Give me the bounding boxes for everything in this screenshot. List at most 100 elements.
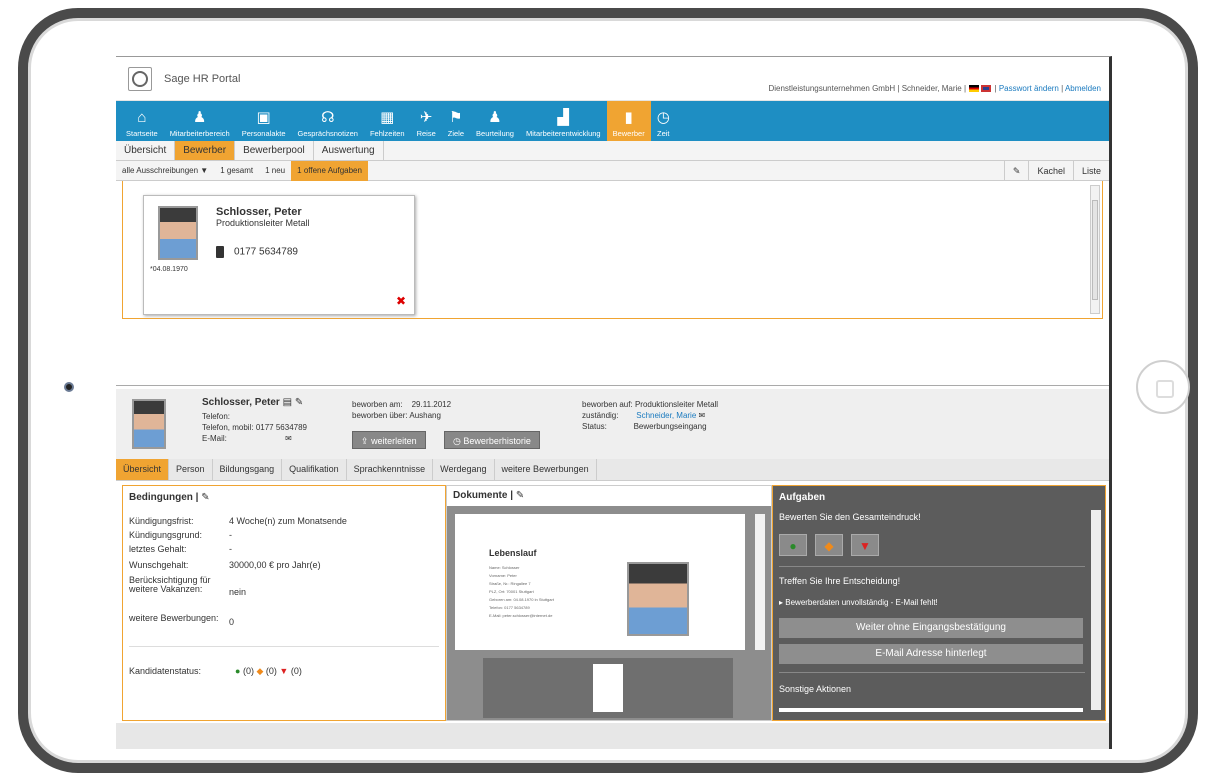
tasks-title: Aufgaben	[779, 492, 826, 503]
history-button[interactable]: ◷ Bewerberhistorie	[444, 431, 540, 449]
nav-beurteilung[interactable]: ♟ Beurteilung	[470, 101, 520, 141]
cv-preview[interactable]: Lebenslauf Name: Schlosser Vorname: Pete…	[455, 514, 745, 650]
logout-link[interactable]: Abmelden	[1065, 84, 1101, 93]
thumb-down-icon: ▼	[859, 539, 871, 553]
home-icon: ⌂	[137, 109, 147, 126]
nav-label: Bewerber	[612, 129, 645, 138]
documents-scrollbar[interactable]	[755, 514, 765, 650]
tasks-scrollbar[interactable]	[1091, 510, 1101, 710]
notice-row: Kündigungsfrist: 4 Woche(n) zum Monatsend…	[129, 516, 347, 526]
tab-qualifikation[interactable]: Qualifikation	[282, 459, 347, 480]
tab-detail-uebersicht[interactable]: Übersicht	[116, 459, 170, 480]
nav-personalakte[interactable]: ▣ Personalakte	[236, 101, 292, 141]
delete-icon[interactable]: ✖	[396, 294, 406, 308]
tablet-home-button[interactable]	[1136, 360, 1190, 414]
nav-mitarbeiterentwicklung[interactable]: ▟ Mitarbeiterentwicklung	[520, 101, 607, 141]
forward-button[interactable]: ⇪ weiterleiten	[352, 431, 426, 449]
tab-weitere-bewerbungen[interactable]: weitere Bewerbungen	[495, 459, 597, 480]
warning-text: Bewerberdaten unvollständig - E-Mail feh…	[785, 598, 938, 607]
cv-line: Vorname: Peter	[489, 573, 517, 578]
other-actions[interactable]: Sonstige Aktionen	[779, 684, 851, 694]
tablet-camera	[64, 382, 74, 392]
email-address-button[interactable]: E-Mail Adresse hinterlegt	[779, 644, 1083, 664]
mobile-phone-icon	[216, 246, 224, 258]
continue-without-confirmation-button[interactable]: Weiter ohne Eingangsbestätigung	[779, 618, 1083, 638]
email-envelope-icon[interactable]: ✉	[285, 434, 292, 443]
edit-pencil-icon[interactable]: ✎	[516, 490, 524, 501]
nav-bewerber[interactable]: ▮ Bewerber	[606, 101, 651, 141]
thumb-up-icon[interactable]: ●	[235, 666, 240, 676]
edit-icon[interactable]: ✎	[295, 397, 303, 408]
decide-prompt: Treffen Sie Ihre Entscheidung!	[779, 576, 901, 586]
globe-logo-icon	[128, 67, 152, 91]
footer-area	[116, 723, 1109, 749]
nav-gespraechsnotizen[interactable]: ☊ Gesprächsnotizen	[292, 101, 364, 141]
tab-bewerberpool[interactable]: Bewerberpool	[235, 141, 314, 160]
nav-mitarbeiterbereich[interactable]: ♟ Mitarbeiterbereich	[164, 101, 236, 141]
responsible-link[interactable]: Schneider, Marie	[636, 411, 696, 420]
document-thumbnail[interactable]	[593, 664, 623, 712]
thumb-down-icon[interactable]: ▼	[279, 666, 288, 676]
applied-for-label: beworben auf:	[582, 400, 633, 409]
nav-fehlzeiten[interactable]: ▦ Fehlzeiten	[364, 101, 411, 141]
applicant-phone: 0177 5634789	[216, 246, 298, 258]
nav-startseite[interactable]: ⌂ Startseite	[120, 101, 164, 141]
applied-for-value: Produktionsleiter Metall	[634, 400, 719, 409]
tab-bewerber[interactable]: Bewerber	[175, 141, 236, 160]
nav-reise[interactable]: ✈ Reise	[411, 101, 442, 141]
last-salary-value: -	[229, 544, 232, 554]
thumb-neutral-icon[interactable]: ◆	[256, 666, 263, 676]
applied-on-label: beworben am:	[352, 400, 403, 409]
list-view-button[interactable]: Liste	[1072, 161, 1109, 181]
german-flag-icon[interactable]	[969, 85, 980, 93]
open-tasks-count[interactable]: 1 offene Aufgaben	[291, 160, 368, 181]
candidate-status-label: Kandidatenstatus:	[129, 666, 202, 676]
list-scrollbar[interactable]	[1090, 185, 1100, 314]
documents-title-text: Dokumente	[453, 490, 508, 501]
pane-splitter[interactable]	[116, 385, 1109, 388]
total-count[interactable]: 1 gesamt	[214, 161, 259, 181]
tab-werdegang[interactable]: Werdegang	[433, 459, 495, 480]
tab-auswertung[interactable]: Auswertung	[314, 141, 384, 160]
new-count[interactable]: 1 neu	[259, 161, 291, 181]
change-password-link[interactable]: Passwort ändern	[999, 84, 1059, 93]
mobile-value: 0177 5634789	[255, 423, 307, 432]
cv-lines: Name: Schlosser Vorname: Peter Straße, N…	[489, 564, 619, 620]
rate-neutral-button[interactable]: ◆	[815, 534, 843, 556]
applicant-detail-header: Schlosser, Peter ▤ ✎ Telefon: Telefon, m…	[116, 389, 1109, 459]
tab-sprachkenntnisse[interactable]: Sprachkenntnisse	[347, 459, 434, 480]
tab-person[interactable]: Person	[169, 459, 213, 480]
rate-bad-button[interactable]: ▼	[851, 534, 879, 556]
applicant-card[interactable]: *04.08.1970 Schlosser, Peter Produktions…	[143, 195, 415, 315]
candidate-status-row: Kandidatenstatus: ● (0) ◆ (0) ▼ (0)	[129, 666, 302, 676]
cv-title: Lebenslauf	[489, 548, 537, 558]
conditions-title-text: Bedingungen	[129, 492, 193, 503]
last-salary-label: letztes Gehalt:	[129, 544, 187, 554]
more-label: weitere Bewerbungen:	[129, 613, 219, 623]
cv-line: Geboren am: 04.08.1970 in Stuttgart	[489, 597, 554, 602]
nav-label: Mitarbeiterentwicklung	[525, 129, 601, 138]
reason-value: -	[229, 530, 232, 540]
phone-number: 0177 5634789	[234, 246, 298, 258]
header-user-info: Dienstleistungsunternehmen GmbH | Schnei…	[768, 84, 1101, 93]
applied-via-value: Aushang	[409, 411, 441, 420]
consider-row: Berücksichtigung für weitere Vakanzen: ne…	[129, 576, 246, 597]
tab-uebersicht[interactable]: Übersicht	[116, 141, 176, 160]
edit-pencil-icon[interactable]: ✎	[1003, 161, 1029, 181]
tab-bildungsgang[interactable]: Bildungsgang	[213, 459, 283, 480]
detail-name-text: Schlosser, Peter	[202, 397, 280, 408]
edit-pencil-icon[interactable]: ✎	[201, 492, 209, 503]
tasks-pane: Aufgaben Bewerten Sie den Gesamteindruck…	[772, 485, 1106, 721]
applied-via-label: beworben über:	[352, 411, 408, 420]
document-icon[interactable]: ▤	[283, 397, 292, 408]
filter-bar: alle Ausschreibungen ▼ 1 gesamt 1 neu 1 …	[116, 160, 1109, 181]
cv-line: Name: Schlosser	[489, 565, 520, 570]
rate-good-button[interactable]: ●	[779, 534, 807, 556]
job-filter-dropdown[interactable]: alle Ausschreibungen ▼	[116, 161, 214, 181]
tile-view-button[interactable]: Kachel	[1028, 161, 1073, 181]
nav-ziele[interactable]: ⚑ Ziele	[442, 101, 470, 141]
email-icon[interactable]: ✉	[699, 411, 706, 420]
uk-flag-icon[interactable]	[981, 85, 992, 93]
nav-label: Beurteilung	[476, 129, 514, 138]
nav-zeit[interactable]: ◷ Zeit	[651, 101, 676, 141]
